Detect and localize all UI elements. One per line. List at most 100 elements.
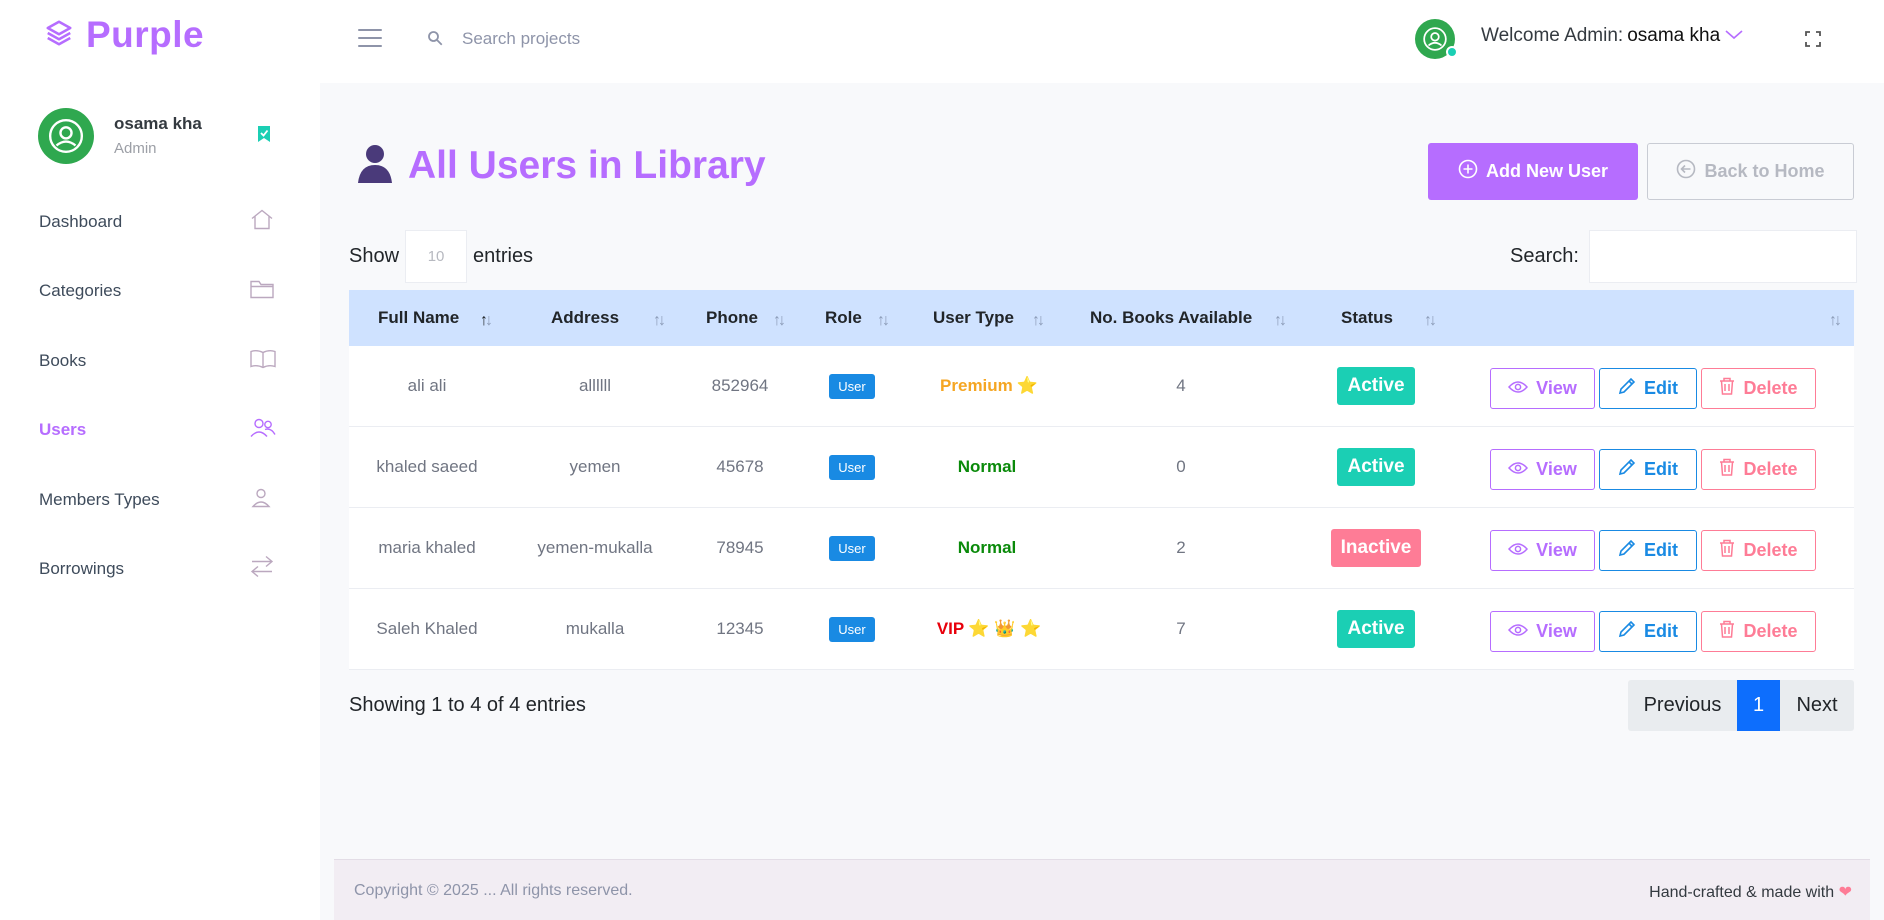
cell-books-available: 7 bbox=[1176, 619, 1186, 638]
sidebar-item-dashboard[interactable]: Dashboard bbox=[0, 187, 320, 257]
view-button[interactable]: View bbox=[1490, 530, 1595, 571]
sidebar-item-users[interactable]: Users bbox=[0, 396, 320, 466]
column-header-phone[interactable]: Phone bbox=[706, 290, 758, 346]
sort-icon: ↑↓ bbox=[773, 312, 786, 329]
column-header-status[interactable]: Status bbox=[1341, 290, 1393, 346]
status-badge: Active bbox=[1337, 367, 1415, 405]
add-user-button[interactable]: Add New User bbox=[1428, 143, 1638, 200]
edit-button[interactable]: Edit bbox=[1599, 530, 1697, 571]
role-badge: User bbox=[829, 616, 875, 642]
entries-select[interactable]: 10 bbox=[405, 230, 468, 283]
delete-label: Delete bbox=[1743, 540, 1798, 560]
cell-role: User bbox=[812, 589, 892, 669]
user-type-label: VIP ⭐ 👑 ⭐ bbox=[937, 619, 1041, 639]
sort-icon: ↑↓ bbox=[877, 312, 890, 329]
delete-button[interactable]: Delete bbox=[1701, 368, 1816, 409]
main-content: All Users in Library Add New User Back t… bbox=[320, 83, 1884, 920]
sidebar-item-borrowings[interactable]: Borrowings bbox=[0, 535, 320, 605]
profile-name: osama kha bbox=[114, 114, 202, 133]
brand-logo[interactable]: Purple bbox=[44, 14, 204, 56]
cell-address: mukalla bbox=[565, 619, 625, 638]
search-input[interactable] bbox=[462, 22, 782, 56]
edit-button[interactable]: Edit bbox=[1599, 611, 1697, 652]
user-type-label: Premium ⭐ bbox=[940, 376, 1038, 396]
eye-icon bbox=[1508, 540, 1529, 561]
table-body: ali ali allllll 852964 User Premium ⭐ 4 Active V… bbox=[349, 346, 1854, 670]
status-badge: Inactive bbox=[1330, 529, 1422, 567]
cell-user-type: Normal bbox=[909, 508, 1069, 588]
column-header-full-name[interactable]: Full Name bbox=[378, 290, 459, 346]
column-header-books-available[interactable]: No. Books Available bbox=[1090, 290, 1252, 346]
view-button[interactable]: View bbox=[1490, 368, 1595, 409]
sidebar-item-categories[interactable]: Categories bbox=[0, 257, 320, 327]
column-header-address[interactable]: Address bbox=[551, 290, 619, 346]
edit-label: Edit bbox=[1644, 621, 1678, 641]
sidebar-menu: Dashboard Categories Books Users Members… bbox=[0, 187, 320, 604]
sidebar-item-books[interactable]: Books bbox=[0, 326, 320, 396]
delete-button[interactable]: Delete bbox=[1701, 530, 1816, 571]
user-type-text: Premium bbox=[940, 376, 1013, 395]
cell-phone: 78945 bbox=[716, 538, 764, 557]
cell-full-name: maria khaled bbox=[378, 538, 476, 557]
edit-button[interactable]: Edit bbox=[1599, 368, 1697, 409]
pagination-next[interactable]: Next bbox=[1780, 680, 1854, 731]
top-navbar: Purple Welcome Admin: osama kha bbox=[0, 0, 1884, 83]
table-search-input[interactable] bbox=[1588, 230, 1857, 283]
home-icon bbox=[250, 208, 274, 235]
cell-books-available: 2 bbox=[1176, 538, 1186, 557]
handcrafted-label: Hand-crafted & made with bbox=[1649, 884, 1835, 901]
table-header: Full Name ↑↓ Address ↑↓ Phone ↑↓ Role ↑↓… bbox=[349, 290, 1854, 346]
profile-role: Admin bbox=[114, 140, 157, 157]
cell-full-name: ali ali bbox=[407, 376, 447, 395]
view-label: View bbox=[1536, 540, 1577, 560]
users-table: Full Name ↑↓ Address ↑↓ Phone ↑↓ Role ↑↓… bbox=[349, 290, 1854, 670]
pagination-page[interactable]: 1 bbox=[1737, 680, 1780, 731]
pencil-icon bbox=[1618, 458, 1636, 481]
user-type-text: Normal bbox=[957, 457, 1017, 476]
sidebar-profile[interactable]: osama kha Admin bbox=[38, 108, 298, 168]
table-row: maria khaled yemen-mukalla 78945 User Normal… bbox=[349, 508, 1854, 589]
delete-button[interactable]: Delete bbox=[1701, 611, 1816, 652]
sort-icon: ↑↓ bbox=[480, 312, 493, 329]
cell-role: User bbox=[812, 427, 892, 507]
back-home-label: Back to Home bbox=[1704, 161, 1825, 181]
edit-button[interactable]: Edit bbox=[1599, 449, 1697, 490]
cell-address: yemen bbox=[569, 457, 621, 476]
sidebar-item-members-types[interactable]: Members Types bbox=[0, 465, 320, 535]
sidebar-item-label: Members Types bbox=[39, 489, 160, 509]
fullscreen-icon[interactable] bbox=[1805, 31, 1821, 52]
user-icon bbox=[250, 487, 272, 512]
table-search-control: Search: bbox=[1510, 230, 1857, 283]
pagination-previous[interactable]: Previous bbox=[1628, 680, 1737, 731]
search-label: Search: bbox=[1510, 245, 1579, 267]
delete-button[interactable]: Delete bbox=[1701, 449, 1816, 490]
user-type-text: Normal bbox=[957, 538, 1017, 557]
back-home-button[interactable]: Back to Home bbox=[1647, 143, 1854, 200]
edit-label: Edit bbox=[1644, 459, 1678, 479]
view-button[interactable]: View bbox=[1490, 449, 1595, 490]
bookmark-check-icon bbox=[256, 125, 272, 148]
view-button[interactable]: View bbox=[1490, 611, 1595, 652]
cell-phone: 45678 bbox=[716, 457, 764, 476]
role-badge: User bbox=[829, 535, 875, 561]
column-header-user-type[interactable]: User Type bbox=[933, 290, 1014, 346]
entries-label: entries bbox=[473, 245, 534, 267]
table-row: ali ali allllll 852964 User Premium ⭐ 4 Active V… bbox=[349, 346, 1854, 427]
cell-status: Active bbox=[1316, 346, 1436, 426]
cell-role: User bbox=[812, 508, 892, 588]
cell-user-type: Premium ⭐ bbox=[909, 346, 1069, 426]
cell-user-type: Normal bbox=[909, 427, 1069, 507]
cell-books-available: 0 bbox=[1176, 457, 1186, 476]
user-dropdown[interactable]: Welcome Admin: osama kha bbox=[1481, 25, 1744, 47]
add-user-label: Add New User bbox=[1485, 161, 1609, 181]
book-icon bbox=[250, 348, 276, 373]
menu-toggle-icon[interactable] bbox=[358, 29, 382, 49]
page-title-text: All Users in Library bbox=[408, 143, 766, 187]
cell-phone: 852964 bbox=[711, 376, 769, 395]
table-row: khaled saeed yemen 45678 User Normal 0 Active V… bbox=[349, 427, 1854, 508]
sidebar-item-label: Books bbox=[39, 350, 87, 370]
user-type-label: Normal bbox=[958, 457, 1021, 477]
column-header-role[interactable]: Role bbox=[825, 290, 862, 346]
sidebar-item-label: Borrowings bbox=[39, 559, 125, 579]
avatar[interactable] bbox=[1415, 19, 1458, 59]
